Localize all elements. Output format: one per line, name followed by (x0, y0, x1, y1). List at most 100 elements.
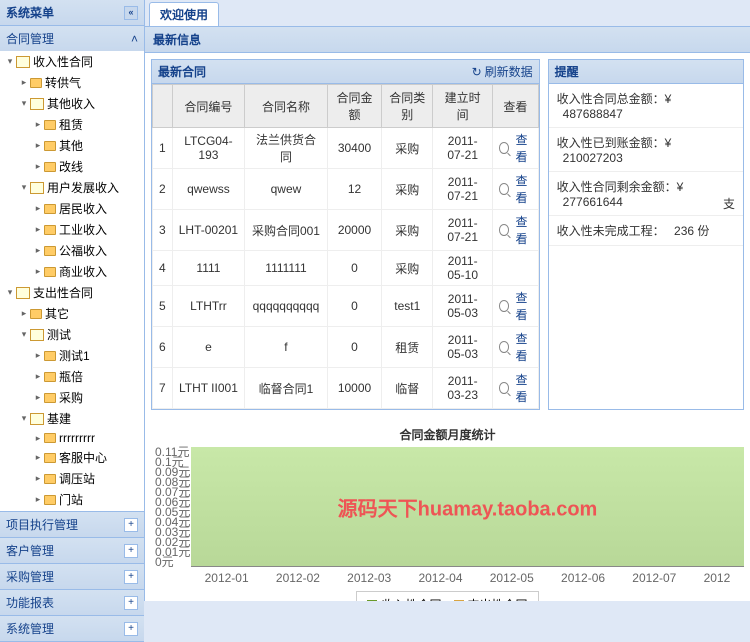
tree-node[interactable]: ▸基建采购 (0, 510, 144, 511)
tree-toggle-icon[interactable]: ▾ (18, 182, 30, 193)
tree-label: 收入性合同 (33, 53, 93, 70)
plus-icon[interactable]: + (124, 544, 138, 558)
y-axis: 0.11元0.1元0.09元0.08元0.07元0.06元0.05元0.04元0… (155, 447, 190, 567)
folder-icon (44, 351, 56, 361)
tree-node[interactable]: ▸工业收入 (0, 219, 144, 240)
plus-icon[interactable]: + (124, 518, 138, 532)
x-axis: 2012-012012-022012-032012-042012-052012-… (191, 567, 744, 585)
tree-node[interactable]: ▸其它 (0, 303, 144, 324)
refresh-button[interactable]: ↻刷新数据 (472, 63, 533, 80)
tree-node[interactable]: ▸改线 (0, 156, 144, 177)
tree-toggle-icon[interactable]: ▸ (32, 224, 44, 235)
table-cell: qwew (245, 169, 328, 210)
tree-node[interactable]: ▸测试1 (0, 345, 144, 366)
tree-toggle-icon[interactable]: ▸ (32, 371, 44, 382)
tree-node[interactable]: ▸rrrrrrrrr (0, 429, 144, 447)
table-cell: 租赁 (382, 327, 433, 368)
tree-node[interactable]: ▾基建 (0, 408, 144, 429)
view-button[interactable]: 查看 (499, 213, 532, 247)
tab-welcome[interactable]: 欢迎使用 (149, 2, 219, 26)
folder-icon (44, 495, 56, 505)
tree-toggle-icon[interactable]: ▸ (32, 140, 44, 151)
reminder-item: 收入性合同剩余金额：¥ 277661644 支 (549, 172, 743, 216)
table-row[interactable]: 5LTHTrrqqqqqqqqqq0test12011-05-03查看 (153, 286, 539, 327)
tree-toggle-icon[interactable]: ▸ (32, 433, 44, 444)
legend-item: 支出性合同 (454, 596, 528, 601)
tree-node[interactable]: ▾其他收入 (0, 93, 144, 114)
view-button[interactable]: 查看 (499, 172, 532, 206)
tree-toggle-icon[interactable]: ▾ (18, 98, 30, 109)
plus-icon[interactable]: + (124, 622, 138, 636)
tree-toggle-icon[interactable]: ▸ (18, 77, 30, 88)
tree-label: 测试 (47, 326, 71, 343)
view-button[interactable]: 查看 (499, 131, 532, 165)
plus-icon[interactable]: + (124, 596, 138, 610)
tree-node[interactable]: ▸居民收入 (0, 198, 144, 219)
table-cell: 查看 (493, 128, 539, 169)
tree-node[interactable]: ▾ 测试 (0, 324, 144, 345)
tree-node[interactable]: ▸采购 (0, 387, 144, 408)
accordion-header-project[interactable]: 项目执行管理+ (0, 512, 144, 537)
tree-node[interactable]: ▸转供气 (0, 72, 144, 93)
column-header[interactable]: 查看 (493, 85, 539, 128)
column-header[interactable]: 合同名称 (245, 85, 328, 128)
accordion-header-report[interactable]: 功能报表+ (0, 590, 144, 615)
tree-toggle-icon[interactable]: ▸ (32, 473, 44, 484)
tree-node[interactable]: ▸其他 (0, 135, 144, 156)
accordion-header-purchase[interactable]: 采购管理+ (0, 564, 144, 589)
collapse-icon[interactable]: « (124, 6, 138, 20)
tree-toggle-icon[interactable]: ▾ (4, 287, 16, 298)
column-header[interactable]: 合同编号 (172, 85, 244, 128)
table-row[interactable]: 2qwewssqwew12采购2011-07-21查看 (153, 169, 539, 210)
accordion-header-system[interactable]: 系统管理+ (0, 616, 144, 641)
tree-toggle-icon[interactable]: ▸ (32, 266, 44, 277)
tree-toggle-icon[interactable]: ▸ (32, 350, 44, 361)
view-button[interactable]: 查看 (499, 289, 532, 323)
tree-toggle-icon[interactable]: ▸ (32, 203, 44, 214)
tree-node[interactable]: ▾ 用户发展收入 (0, 177, 144, 198)
tree-label: 用户发展收入 (47, 179, 119, 196)
tree-node[interactable]: ▾ 支出性合同 (0, 282, 144, 303)
table-cell: 采购 (382, 128, 433, 169)
tree-label: 支出性合同 (33, 284, 93, 301)
tree-toggle-icon[interactable]: ▸ (32, 245, 44, 256)
column-header[interactable]: 合同类别 (382, 85, 433, 128)
view-button[interactable]: 查看 (499, 330, 532, 364)
table-cell: 3 (153, 210, 173, 251)
tree-toggle-icon[interactable]: ▸ (32, 392, 44, 403)
column-header[interactable]: 合同金额 (327, 85, 381, 128)
table-cell: 2011-03-23 (433, 368, 493, 409)
tree-node[interactable]: ▸瓶倍 (0, 366, 144, 387)
table-row[interactable]: 6ef0租赁2011-05-03查看 (153, 327, 539, 368)
folder-icon (44, 120, 56, 130)
tree-node[interactable]: ▸调压站 (0, 468, 144, 489)
tree-toggle-icon[interactable]: ▾ (4, 56, 16, 67)
view-button[interactable]: 查看 (499, 371, 532, 405)
table-row[interactable]: 1LTCG04-193法兰供货合同30400采购2011-07-21查看 (153, 128, 539, 169)
tree-node[interactable]: ▸门站 (0, 489, 144, 510)
accordion-header-contract[interactable]: 合同管理 ˄ (0, 26, 144, 51)
tree-node[interactable]: ▸客服中心 (0, 447, 144, 468)
tree-node[interactable]: ▾ 收入性合同 (0, 51, 144, 72)
table-row[interactable]: 7LTHT II001临督合同110000临督2011-03-23查看 (153, 368, 539, 409)
column-header[interactable] (153, 85, 173, 128)
tree-toggle-icon[interactable]: ▾ (18, 413, 30, 424)
tree-toggle-icon[interactable]: ▸ (32, 119, 44, 130)
tree-node[interactable]: ▸商业收入 (0, 261, 144, 282)
plus-icon[interactable]: + (124, 570, 138, 584)
column-header[interactable]: 建立时间 (433, 85, 493, 128)
tree-toggle-icon[interactable]: ▾ (18, 329, 30, 340)
table-cell: 7 (153, 368, 173, 409)
chart-legend: 收入性合同支出性合同 (356, 591, 538, 601)
tree-toggle-icon[interactable]: ▸ (32, 161, 44, 172)
tree-node[interactable]: ▸租赁 (0, 114, 144, 135)
tree-toggle-icon[interactable]: ▸ (18, 308, 30, 319)
table-cell: 1111 (172, 251, 244, 286)
table-row[interactable]: 3LHT-00201采购合同00120000采购2011-07-21查看 (153, 210, 539, 251)
tree-toggle-icon[interactable]: ▸ (32, 494, 44, 505)
tree-toggle-icon[interactable]: ▸ (32, 452, 44, 463)
chevron-up-icon: ˄ (131, 32, 138, 46)
tree-node[interactable]: ▸公福收入 (0, 240, 144, 261)
accordion-header-customer[interactable]: 客户管理+ (0, 538, 144, 563)
table-row[interactable]: 4111111111110采购2011-05-10 (153, 251, 539, 286)
